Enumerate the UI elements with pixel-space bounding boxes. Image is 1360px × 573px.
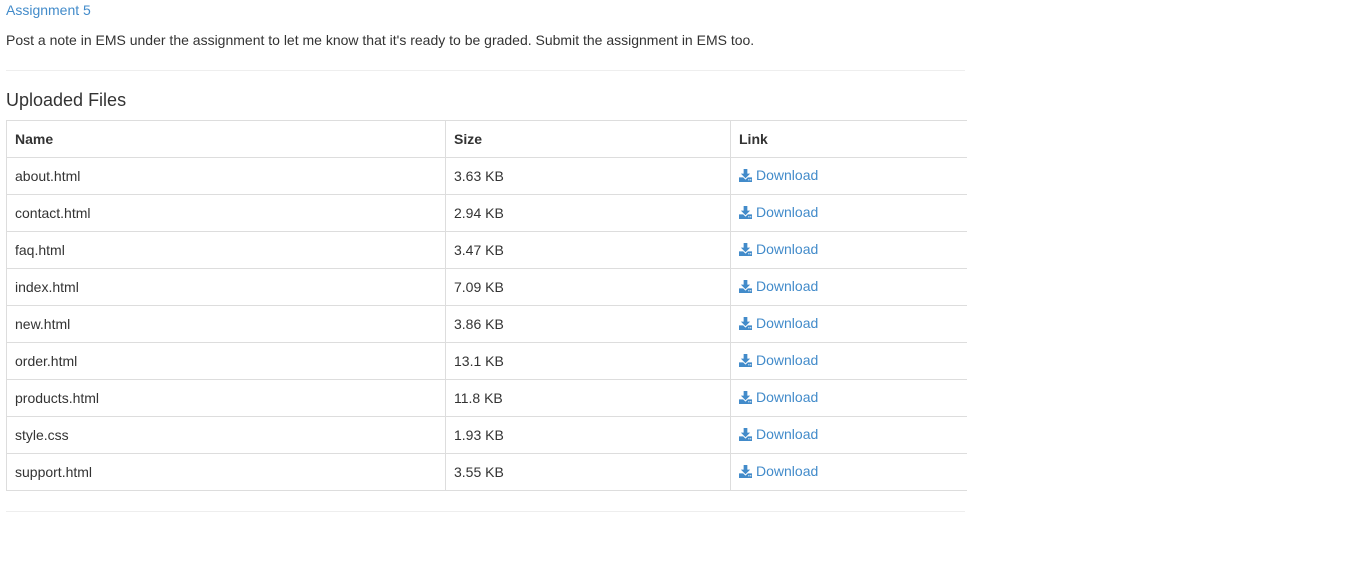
file-size-cell: 7.09 KB bbox=[445, 268, 731, 306]
file-size-cell: 3.55 KB bbox=[445, 453, 731, 491]
file-name-cell: faq.html bbox=[6, 231, 446, 269]
table-row: order.html 13.1 KB Download bbox=[6, 342, 967, 380]
file-name-cell: contact.html bbox=[6, 194, 446, 232]
table-row: style.css 1.93 KB Download bbox=[6, 416, 967, 454]
download-icon bbox=[739, 205, 752, 219]
download-icon bbox=[739, 464, 752, 478]
file-size-cell: 2.94 KB bbox=[445, 194, 731, 232]
column-header-name: Name bbox=[6, 120, 446, 158]
table-row: products.html 11.8 KB Download bbox=[6, 379, 967, 417]
table-row: index.html 7.09 KB Download bbox=[6, 268, 967, 306]
download-icon bbox=[739, 427, 752, 441]
download-icon bbox=[739, 316, 752, 330]
download-link[interactable]: Download bbox=[739, 389, 818, 405]
download-link[interactable]: Download bbox=[739, 204, 818, 220]
assignment-note: Post a note in EMS under the assignment … bbox=[6, 32, 755, 48]
table-row: new.html 3.86 KB Download bbox=[6, 305, 967, 343]
file-link-cell: Download bbox=[730, 268, 967, 306]
download-link[interactable]: Download bbox=[739, 426, 818, 442]
file-name-cell: new.html bbox=[6, 305, 446, 343]
file-link-cell: Download bbox=[730, 157, 967, 195]
column-header-size: Size bbox=[445, 120, 731, 158]
download-icon bbox=[739, 242, 752, 256]
download-label: Download bbox=[756, 241, 819, 258]
file-name-cell: order.html bbox=[6, 342, 446, 380]
file-link-cell: Download bbox=[730, 342, 967, 380]
column-header-link: Link bbox=[730, 120, 967, 158]
download-icon bbox=[739, 279, 752, 293]
file-name-cell: style.css bbox=[6, 416, 446, 454]
file-link-cell: Download bbox=[730, 379, 967, 417]
table-row: faq.html 3.47 KB Download bbox=[6, 231, 967, 269]
file-size-cell: 1.93 KB bbox=[445, 416, 731, 454]
table-header-row: Name Size Link bbox=[6, 120, 967, 158]
download-icon bbox=[739, 390, 752, 404]
download-link[interactable]: Download bbox=[739, 167, 818, 183]
download-label: Download bbox=[756, 204, 819, 221]
file-size-cell: 13.1 KB bbox=[445, 342, 731, 380]
download-link[interactable]: Download bbox=[739, 278, 818, 294]
file-name-cell: index.html bbox=[6, 268, 446, 306]
uploaded-files-heading: Uploaded Files bbox=[6, 90, 127, 110]
download-icon bbox=[739, 353, 752, 367]
file-link-cell: Download bbox=[730, 231, 967, 269]
file-name-cell: about.html bbox=[6, 157, 446, 195]
file-link-cell: Download bbox=[730, 416, 967, 454]
file-size-cell: 3.63 KB bbox=[445, 157, 731, 195]
download-link[interactable]: Download bbox=[739, 315, 818, 331]
file-name-cell: support.html bbox=[6, 453, 446, 491]
download-link[interactable]: Download bbox=[739, 241, 818, 257]
file-name-cell: products.html bbox=[6, 379, 446, 417]
download-label: Download bbox=[756, 278, 819, 295]
download-label: Download bbox=[756, 167, 819, 184]
download-label: Download bbox=[756, 463, 819, 480]
table-row: support.html 3.55 KB Download bbox=[6, 453, 967, 491]
download-link[interactable]: Download bbox=[739, 463, 818, 479]
assignment-title-link[interactable]: Assignment 5 bbox=[6, 2, 91, 18]
file-size-cell: 3.86 KB bbox=[445, 305, 731, 343]
download-label: Download bbox=[756, 426, 819, 443]
file-link-cell: Download bbox=[730, 194, 967, 232]
download-icon bbox=[739, 168, 752, 182]
table-row: contact.html 2.94 KB Download bbox=[6, 194, 967, 232]
file-link-cell: Download bbox=[730, 453, 967, 491]
file-size-cell: 11.8 KB bbox=[445, 379, 731, 417]
download-label: Download bbox=[756, 352, 819, 369]
download-label: Download bbox=[756, 315, 819, 332]
uploaded-files-table: Name Size Link about.html 3.63 KB Download… bbox=[6, 120, 967, 491]
file-link-cell: Download bbox=[730, 305, 967, 343]
file-size-cell: 3.47 KB bbox=[445, 231, 731, 269]
download-link[interactable]: Download bbox=[739, 352, 818, 368]
table-row: about.html 3.63 KB Download bbox=[6, 157, 967, 195]
divider bbox=[6, 511, 965, 512]
download-label: Download bbox=[756, 389, 819, 406]
divider bbox=[6, 70, 965, 71]
